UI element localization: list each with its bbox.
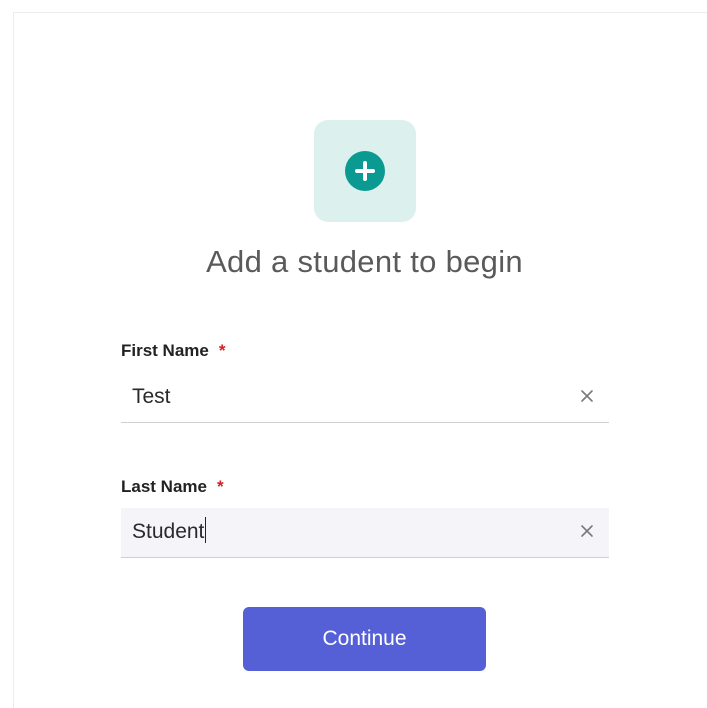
- required-marker: *: [216, 477, 224, 496]
- first-name-clear-icon[interactable]: [579, 388, 595, 404]
- required-marker: *: [218, 341, 226, 360]
- add-student-card: [13, 12, 707, 708]
- text-caret: [205, 517, 207, 544]
- first-name-value[interactable]: Test: [132, 385, 171, 409]
- add-icon-tile: [314, 120, 416, 222]
- page: Add a student to begin First Name * Test …: [0, 0, 707, 708]
- first-name-label-text: First Name: [121, 341, 209, 360]
- last-name-label: Last Name *: [121, 477, 224, 497]
- last-name-label-text: Last Name: [121, 477, 207, 496]
- last-name-field[interactable]: Student: [121, 508, 609, 558]
- last-name-value-wrapper[interactable]: Student: [132, 517, 207, 544]
- last-name-value[interactable]: Student: [132, 520, 204, 543]
- page-title: Add a student to begin: [206, 244, 523, 279]
- first-name-label: First Name *: [121, 341, 226, 361]
- first-name-field[interactable]: Test: [121, 373, 609, 423]
- continue-button[interactable]: Continue: [243, 607, 486, 671]
- last-name-clear-icon[interactable]: [579, 523, 595, 539]
- plus-circle-icon: [345, 151, 385, 191]
